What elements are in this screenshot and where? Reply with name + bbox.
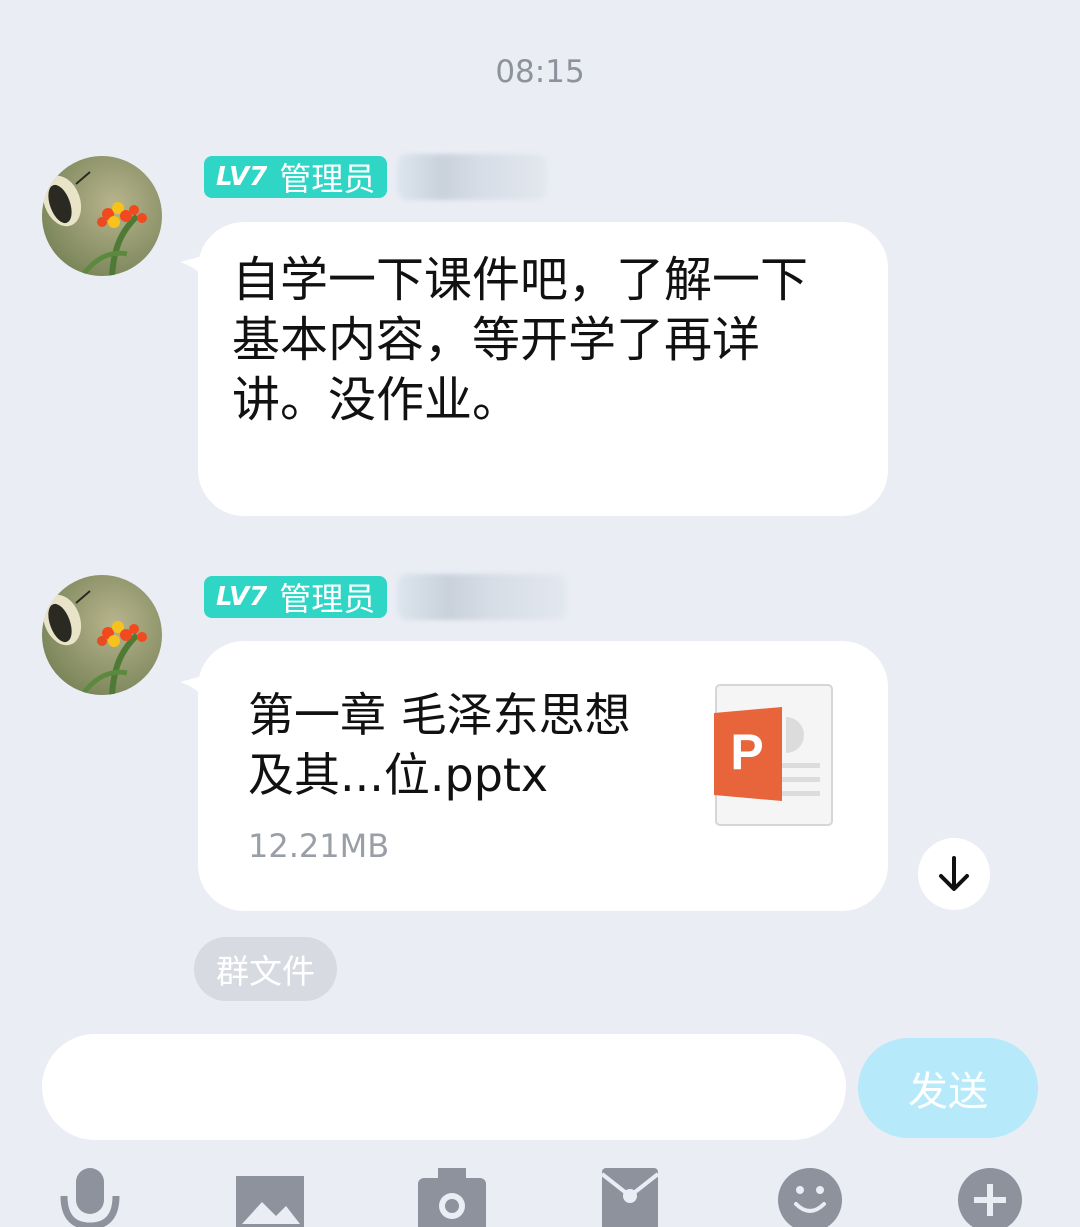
- file-message-bubble[interactable]: 第一章 毛泽东思想及其...位.pptx 12.21MB P: [198, 641, 888, 911]
- redacted-sender-name: [397, 574, 568, 620]
- file-name: 第一章 毛泽东思想及其...位.pptx: [248, 688, 631, 802]
- message-input[interactable]: [42, 1034, 846, 1140]
- download-button[interactable]: [918, 838, 990, 910]
- level-label: LV7: [216, 582, 268, 612]
- red-packet-icon[interactable]: [590, 1160, 670, 1227]
- role-label: 管理员: [279, 160, 376, 198]
- ppt-letter: P: [730, 724, 763, 780]
- level-label: LV7: [216, 162, 268, 192]
- redacted-sender-name: [397, 154, 548, 200]
- group-file-tag[interactable]: 群文件: [194, 937, 337, 1001]
- emoji-icon[interactable]: [770, 1160, 850, 1227]
- camera-icon[interactable]: [412, 1160, 492, 1227]
- admin-badge: LV7 管理员: [204, 156, 388, 198]
- admin-badge: LV7 管理员: [204, 576, 388, 618]
- image-icon[interactable]: [230, 1160, 310, 1227]
- arrow-down-icon: [939, 856, 969, 891]
- input-toolbar: [0, 1160, 1080, 1227]
- sender-info: LV7 管理员: [204, 574, 568, 620]
- file-size: 12.21MB: [248, 827, 390, 865]
- role-label: 管理员: [279, 580, 376, 618]
- message-bubble[interactable]: 自学一下课件吧，了解一下基本内容，等开学了再详讲。没作业。: [198, 222, 888, 516]
- powerpoint-file-icon: P: [714, 684, 833, 826]
- sender-avatar[interactable]: [42, 156, 162, 276]
- send-button[interactable]: 发送: [858, 1038, 1038, 1138]
- message-timestamp: 08:15: [495, 54, 585, 90]
- plus-icon[interactable]: [950, 1160, 1030, 1227]
- sender-info: LV7 管理员: [204, 154, 548, 200]
- message-text: 自学一下课件吧，了解一下基本内容，等开学了再详讲。没作业。: [232, 252, 809, 428]
- microphone-icon[interactable]: [50, 1160, 130, 1227]
- sender-avatar[interactable]: [42, 575, 162, 695]
